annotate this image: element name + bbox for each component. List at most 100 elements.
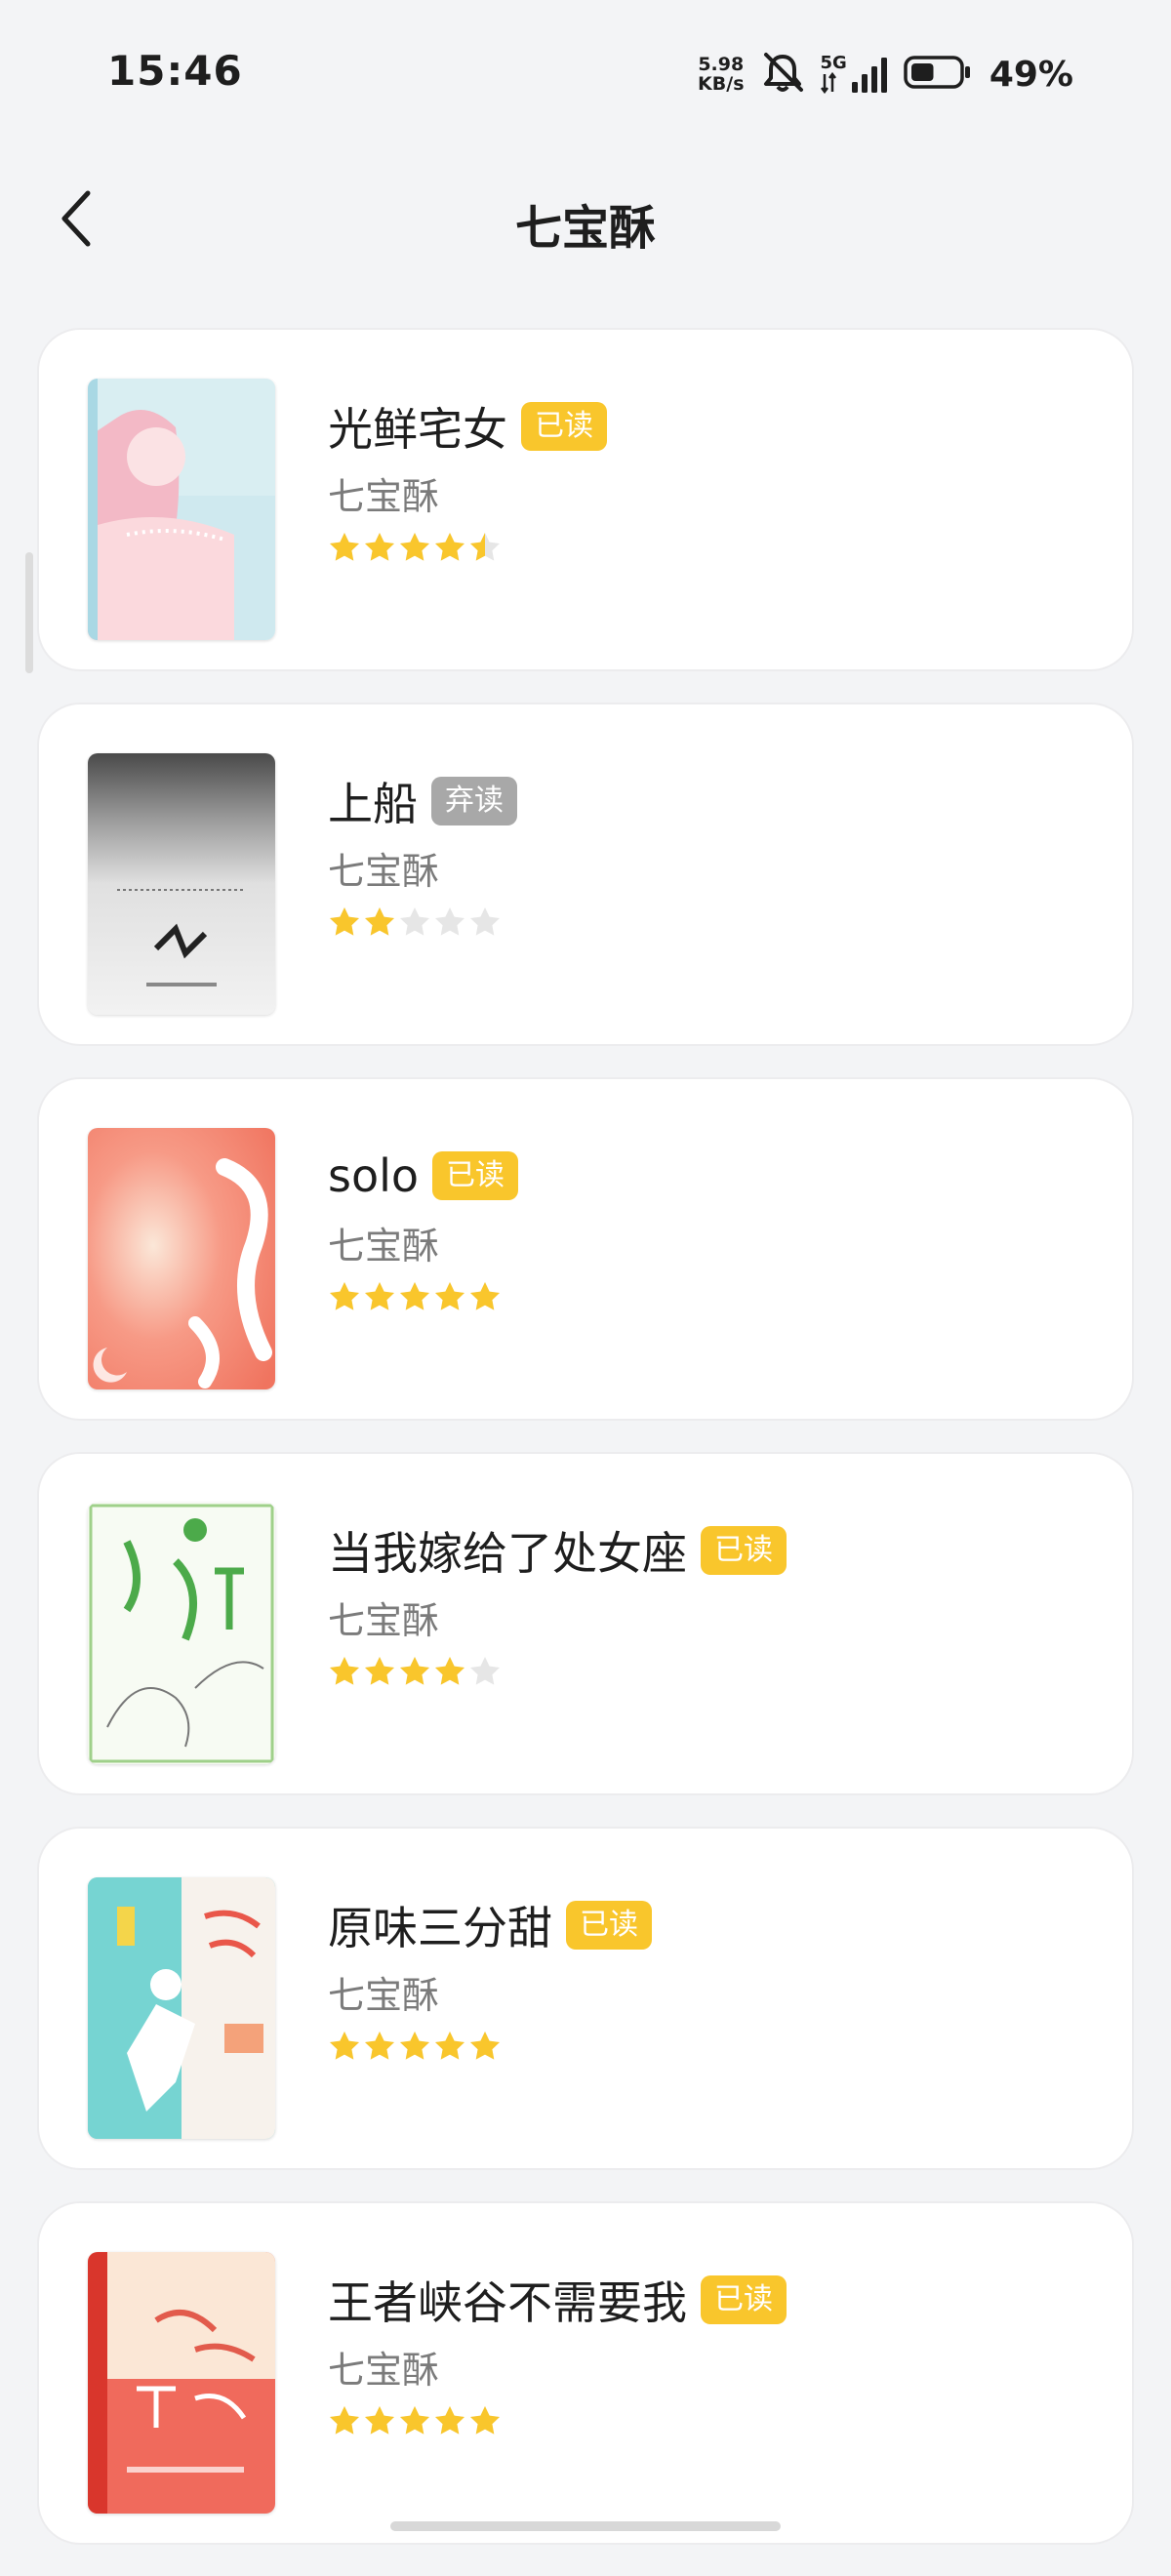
status-badge: 已读 [701,2275,787,2324]
status-badge: 弃读 [431,777,517,825]
book-card[interactable]: 当我嫁给了处女座 已读 七宝酥 [37,1452,1134,1795]
cover-yuanwei [88,1877,275,2139]
star-filled-icon [400,2032,429,2060]
book-card[interactable]: 上船 弃读 七宝酥 [37,703,1134,1046]
book-author: 七宝酥 [328,2349,440,2392]
star-filled-icon [400,1282,429,1310]
title-row: 当我嫁给了处女座 已读 [328,1516,1093,1585]
star-filled-icon [330,907,359,936]
book-cover[interactable] [88,379,275,640]
title-row: 原味三分甜 已读 [328,1891,1093,1959]
star-filled-icon [435,533,464,561]
star-half-icon [470,533,500,561]
mute-icon [758,51,807,98]
cover-shangchuan [88,753,275,1015]
title-row: 光鲜宅女 已读 [328,392,1093,461]
book-cover[interactable] [88,1877,275,2139]
book-author: 七宝酥 [328,850,440,893]
star-filled-icon [435,2032,464,2060]
book-cover[interactable] [88,1503,275,1764]
network-speed-value: 5.98 [698,54,745,75]
star-filled-icon [330,533,359,561]
star-filled-icon [470,2032,500,2060]
book-author: 七宝酥 [328,1225,440,1268]
signal-icon: 5G [820,53,890,94]
star-filled-icon [435,2406,464,2435]
book-card[interactable]: 原味三分甜 已读 七宝酥 [37,1827,1134,2170]
star-empty-icon [470,1657,500,1685]
status-icons: 5.98 KB/s 5G 49% [698,45,1073,103]
cover-guangxian [88,379,275,640]
star-filled-icon [400,1657,429,1685]
book-card[interactable]: 光鲜宅女 已读 七宝酥 [37,328,1134,671]
star-filled-icon [365,1657,394,1685]
cover-solo [88,1128,275,1389]
star-filled-icon [400,533,429,561]
book-info: 当我嫁给了处女座 已读 七宝酥 [328,1516,1093,1694]
scroll-indicator [25,552,33,673]
book-card[interactable]: 王者峡谷不需要我 已读 七宝酥 [37,2201,1134,2545]
status-badge: 已读 [701,1526,787,1575]
book-author: 七宝酥 [328,1599,440,1642]
star-rating [328,1280,1093,1319]
book-cover[interactable] [88,753,275,1015]
star-filled-icon [365,2032,394,2060]
book-card[interactable]: solo 已读 七宝酥 [37,1077,1134,1421]
star-filled-icon [365,1282,394,1310]
star-filled-icon [365,533,394,561]
title-row: 王者峡谷不需要我 已读 [328,2266,1093,2334]
star-filled-icon [330,2032,359,2060]
network-type: 5G [820,53,847,73]
book-title: 王者峡谷不需要我 [328,2276,687,2329]
status-badge: 已读 [566,1901,652,1950]
star-filled-icon [435,1282,464,1310]
network-speed: 5.98 KB/s [698,55,744,94]
star-filled-icon [470,1282,500,1310]
star-filled-icon [470,2406,500,2435]
book-title: solo [328,1149,420,1202]
status-time: 15:46 [107,47,243,95]
book-title: 上船 [328,778,418,830]
book-author: 七宝酥 [328,1974,440,2017]
network-speed-unit: KB/s [698,73,745,95]
book-info: 上船 弃读 七宝酥 [328,767,1093,945]
title-row: solo 已读 [328,1142,1093,1210]
home-indicator[interactable] [390,2521,781,2531]
book-info: 原味三分甜 已读 七宝酥 [328,1891,1093,2069]
star-rating [328,2030,1093,2069]
navigation-header: 七宝酥 [0,166,1171,273]
star-filled-icon [365,907,394,936]
star-empty-icon [470,907,500,936]
battery-icon [904,55,972,94]
status-bar: 15:46 5.98 KB/s 5G 49% [0,0,1171,146]
book-cover[interactable] [88,2252,275,2514]
battery-percentage: 49% [989,54,1073,95]
book-info: 光鲜宅女 已读 七宝酥 [328,392,1093,570]
star-filled-icon [330,1657,359,1685]
book-info: solo 已读 七宝酥 [328,1142,1093,1319]
star-filled-icon [330,1282,359,1310]
star-filled-icon [365,2406,394,2435]
book-author: 七宝酥 [328,475,440,518]
book-cover[interactable] [88,1128,275,1389]
book-title: 光鲜宅女 [328,403,507,456]
title-row: 上船 弃读 [328,767,1093,835]
star-empty-icon [400,907,429,936]
star-filled-icon [435,1657,464,1685]
star-rating [328,2404,1093,2443]
cover-chunvzuo [88,1503,275,1764]
star-filled-icon [330,2406,359,2435]
cover-wangzhe [88,2252,275,2514]
page-title: 七宝酥 [514,201,656,256]
star-rating [328,906,1093,945]
status-badge: 已读 [521,402,607,451]
star-empty-icon [435,907,464,936]
star-rating [328,1655,1093,1694]
star-rating [328,531,1093,570]
book-title: 原味三分甜 [328,1902,552,1954]
status-badge: 已读 [432,1151,519,1200]
star-filled-icon [400,2406,429,2435]
book-info: 王者峡谷不需要我 已读 七宝酥 [328,2266,1093,2443]
book-title: 当我嫁给了处女座 [328,1527,687,1580]
book-list: 光鲜宅女 已读 七宝酥 上船 弃读 七宝酥 solo 已读 七宝酥 当我嫁给了处… [37,328,1134,2576]
